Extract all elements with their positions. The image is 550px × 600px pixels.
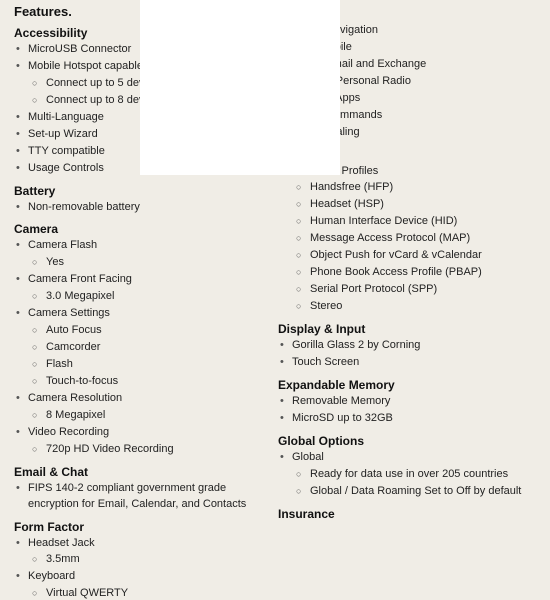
list-item: Removable Memory (278, 394, 542, 410)
sub-list: Handsfree (HFP) Headset (HSP) Human Inte… (292, 180, 542, 315)
list-item: Human Interface Device (HID) (292, 214, 542, 230)
list-item: Keyboard Virtual QWERTY Virtual QWERTY K… (14, 569, 262, 600)
list-item: Global Ready for data use in over 205 co… (278, 450, 542, 500)
display-list: Gorilla Glass 2 by Corning Touch Screen (278, 338, 542, 371)
sub-list: 720p HD Video Recording (28, 442, 262, 458)
battery-list: Non-removable battery (14, 200, 262, 216)
section-camera-title: Camera (14, 222, 262, 236)
section-insurance-title: Insurance (278, 507, 542, 521)
list-item: Video Recording 720p HD Video Recording (14, 425, 262, 458)
list-item: Object Push for vCard & vCalendar (292, 248, 542, 264)
sub-list: 3.0 Megapixel (28, 289, 262, 305)
list-item: Headset Jack 3.5mm (14, 536, 262, 569)
sub-list: Auto Focus Camcorder Flash Touch-to-focu… (28, 323, 262, 390)
section-display-title: Display & Input (278, 322, 542, 336)
list-item: Bluetooth Profiles Handsfree (HFP) Heads… (278, 164, 542, 315)
list-item: Auto Focus (28, 323, 262, 339)
form-list: Headset Jack 3.5mm Keyboard Virtual QWER… (14, 536, 262, 600)
sub-list: Ready for data use in over 205 countries… (292, 467, 542, 500)
sub-list: 8 Megapixel (28, 408, 262, 424)
list-item: Yes (28, 255, 262, 271)
list-item: Non-removable battery (14, 200, 262, 216)
list-item: Message Access Protocol (MAP) (292, 231, 542, 247)
memory-list: Removable Memory MicroSD up to 32GB (278, 394, 542, 427)
list-item: Camera Flash Yes (14, 238, 262, 271)
list-item: Serial Port Protocol (SPP) (292, 282, 542, 298)
sub-list: Yes (28, 255, 262, 271)
list-item: 3.0 Megapixel (28, 289, 262, 305)
overlay-block-1 (140, 0, 340, 175)
list-item: FIPS 140-2 compliant government grade en… (14, 481, 262, 513)
section-email-title: Email & Chat (14, 465, 262, 479)
sub-list: 3.5mm (28, 552, 262, 568)
list-item: 8 Megapixel (28, 408, 262, 424)
list-item: Handsfree (HFP) (292, 180, 542, 196)
section-global-title: Global Options (278, 434, 542, 448)
bluetooth-list: Bluetooth Profiles Handsfree (HFP) Heads… (278, 164, 542, 315)
list-item: Camera Resolution 8 Megapixel (14, 391, 262, 424)
camera-list: Camera Flash Yes Camera Front Facing 3.0… (14, 238, 262, 457)
section-form-title: Form Factor (14, 520, 262, 534)
list-item: Ready for data use in over 205 countries (292, 467, 542, 483)
section-memory-title: Expandable Memory (278, 378, 542, 392)
list-item: Virtual QWERTY (28, 586, 262, 600)
sub-list: Virtual QWERTY Virtual QWERTY Keyboard w… (28, 586, 262, 600)
global-list: Global Ready for data use in over 205 co… (278, 450, 542, 500)
list-item: Headset (HSP) (292, 197, 542, 213)
list-item: Stereo (292, 299, 542, 315)
list-item: Flash (28, 357, 262, 373)
list-item: 3.5mm (28, 552, 262, 568)
list-item: 720p HD Video Recording (28, 442, 262, 458)
list-item: Touch Screen (278, 355, 542, 371)
page: Features. Accessibility MicroUSB Connect… (0, 0, 550, 600)
email-list: FIPS 140-2 compliant government grade en… (14, 481, 262, 513)
list-item: Camcorder (28, 340, 262, 356)
section-battery-title: Battery (14, 184, 262, 198)
list-item: Phone Book Access Profile (PBAP) (292, 265, 542, 281)
list-item: Touch-to-focus (28, 374, 262, 390)
list-item: Camera Settings Auto Focus Camcorder Fla… (14, 306, 262, 390)
list-item: Camera Front Facing 3.0 Megapixel (14, 272, 262, 305)
list-item: Global / Data Roaming Set to Off by defa… (292, 484, 542, 500)
list-item: Gorilla Glass 2 by Corning (278, 338, 542, 354)
list-item: MicroSD up to 32GB (278, 411, 542, 427)
